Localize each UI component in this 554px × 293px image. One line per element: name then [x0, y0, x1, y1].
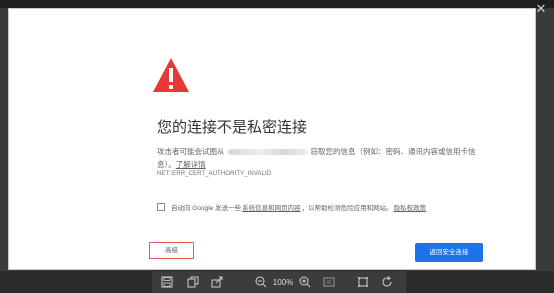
error-description: 攻击者可能会试图从 窃取您的信息（例如：密码、通讯内容或信用卡信息）。了解详情 — [157, 145, 487, 171]
viewer-top-strip — [0, 0, 554, 8]
share-icon[interactable] — [210, 275, 224, 289]
redacted-domain — [227, 149, 308, 156]
original-size-icon[interactable] — [322, 275, 336, 289]
report-suffix: ，以帮助检测危险应用和网站。 — [301, 205, 393, 212]
report-row: 自动向 Google 发送一些 系统信息和网页内容 ，以帮助检测危险应用和网站。 隐私… — [157, 202, 427, 212]
warning-triangle-icon — [153, 58, 189, 92]
description-prefix: 攻击者可能会试图从 — [157, 147, 225, 156]
page-title: 您的连接不是私密连接 — [157, 119, 308, 136]
zoom-out-icon[interactable] — [254, 275, 268, 289]
report-prefix: 自动向 Google 发送一些 — [171, 205, 242, 212]
zoom-in-icon[interactable] — [298, 275, 312, 289]
copy-icon[interactable] — [186, 275, 200, 289]
fit-window-icon[interactable] — [356, 275, 370, 289]
system-info-link[interactable]: 系统信息和网页内容 — [242, 202, 301, 212]
rotate-icon[interactable] — [380, 275, 394, 289]
privacy-policy-link[interactable]: 隐私权政策 — [394, 202, 427, 212]
zoom-level: 100% — [272, 277, 294, 287]
advanced-button[interactable]: 高级 — [149, 242, 194, 259]
learn-more-link[interactable]: 了解详情 — [176, 160, 206, 169]
report-checkbox[interactable] — [157, 203, 165, 211]
error-code: NET::ERR_CERT_AUTHORITY_INVALID — [157, 171, 272, 177]
close-icon[interactable]: ✕ — [534, 2, 548, 16]
back-to-safety-button[interactable]: 返回安全连接 — [415, 243, 483, 262]
save-icon[interactable] — [160, 275, 174, 289]
error-page: 您的连接不是私密连接 攻击者可能会试图从 窃取您的信息（例如：密码、通讯内容或信用… — [8, 8, 536, 270]
viewer-toolbar: 100% — [152, 270, 406, 293]
